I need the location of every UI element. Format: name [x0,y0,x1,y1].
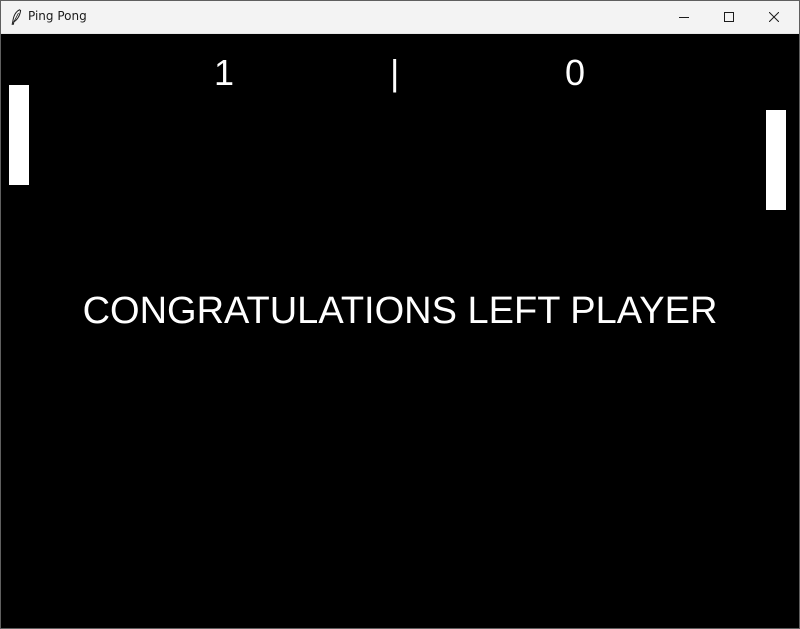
left-player-score: 1 [214,52,235,93]
left-paddle [9,85,29,185]
app-window: Ping Pong 1 | 0 CONGRATULATIONS LEFT PLA… [0,0,800,629]
window-title: Ping Pong [28,9,87,23]
maximize-icon [724,12,734,22]
minimize-icon [679,17,689,18]
feather-icon [11,9,22,25]
maximize-button[interactable] [706,1,752,33]
close-icon [769,12,779,22]
title-bar[interactable]: Ping Pong [1,1,799,34]
right-player-score: 0 [565,52,586,93]
right-paddle [766,110,786,210]
close-button[interactable] [751,1,797,33]
game-canvas[interactable]: 1 | 0 CONGRATULATIONS LEFT PLAYER [1,34,799,628]
score-separator: | [390,52,400,93]
winner-message: CONGRATULATIONS LEFT PLAYER [82,290,718,332]
minimize-button[interactable] [661,1,707,33]
